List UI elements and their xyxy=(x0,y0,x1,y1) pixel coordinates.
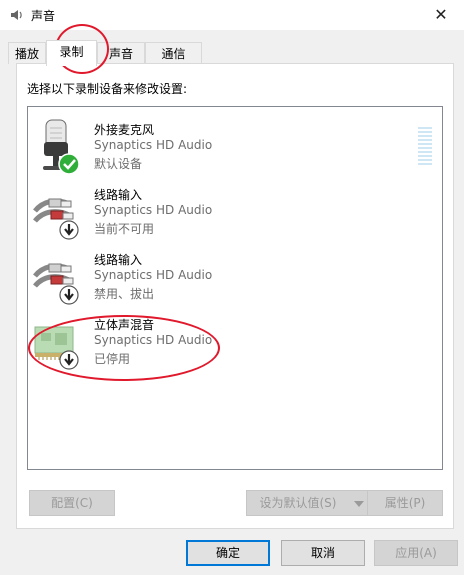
device-list[interactable]: 外接麦克风 Synaptics HD Audio 默认设备 线路输入 Synap… xyxy=(27,106,443,470)
device-status: 当前不可用 xyxy=(94,222,155,236)
device-name: 外接麦克风 xyxy=(94,123,155,137)
apply-button[interactable]: 应用(A) xyxy=(374,540,458,566)
device-status: 默认设备 xyxy=(94,157,143,171)
device-driver: Synaptics HD Audio xyxy=(94,138,213,152)
level-meter xyxy=(418,127,432,167)
properties-button[interactable]: 属性(P) xyxy=(367,490,443,516)
close-button[interactable]: ✕ xyxy=(428,2,454,28)
down-arrow-icon xyxy=(59,220,79,240)
device-item[interactable]: 立体声混音 Synaptics HD Audio 已停用 xyxy=(28,312,442,374)
device-name: 线路输入 xyxy=(94,253,143,267)
line-in-cable-icon xyxy=(33,198,79,240)
device-status: 禁用、拔出 xyxy=(94,287,155,301)
recording-panel: 选择以下录制设备来修改设置: 外接麦克风 Synaptics HD Audio … xyxy=(16,63,454,529)
set-default-button[interactable]: 设为默认值(S) xyxy=(246,490,350,516)
configure-button[interactable]: 配置(C) xyxy=(29,490,115,516)
default-check-icon xyxy=(58,153,80,175)
down-arrow-icon xyxy=(59,350,79,370)
ok-button[interactable]: 确定 xyxy=(186,540,270,566)
device-driver: Synaptics HD Audio xyxy=(94,203,213,217)
device-item[interactable]: 线路输入 Synaptics HD Audio 当前不可用 xyxy=(28,182,442,244)
device-name: 线路输入 xyxy=(94,188,143,202)
device-driver: Synaptics HD Audio xyxy=(94,268,213,282)
tab-sounds[interactable]: 声音 xyxy=(97,42,145,64)
speaker-icon xyxy=(11,10,22,20)
device-item[interactable]: 外接麦克风 Synaptics HD Audio 默认设备 xyxy=(28,117,442,179)
device-driver: Synaptics HD Audio xyxy=(94,333,213,347)
set-default-dropdown-icon[interactable] xyxy=(349,490,369,516)
tab-communications[interactable]: 通信 xyxy=(145,42,202,64)
device-name: 立体声混音 xyxy=(94,318,155,332)
instruction-text: 选择以下录制设备来修改设置: xyxy=(27,82,188,96)
tab-playback[interactable]: 播放 xyxy=(8,42,46,64)
device-item[interactable]: 线路输入 Synaptics HD Audio 禁用、拔出 xyxy=(28,247,442,309)
title-bar: 声音 ✕ xyxy=(0,0,464,30)
microphone-icon xyxy=(43,119,80,175)
cancel-button[interactable]: 取消 xyxy=(281,540,365,566)
sound-card-icon xyxy=(34,326,79,370)
tab-recording[interactable]: 录制 xyxy=(46,40,97,66)
window-title: 声音 xyxy=(31,9,56,23)
down-arrow-icon xyxy=(59,285,79,305)
device-status: 已停用 xyxy=(94,352,131,366)
line-in-cable-icon xyxy=(33,263,79,305)
